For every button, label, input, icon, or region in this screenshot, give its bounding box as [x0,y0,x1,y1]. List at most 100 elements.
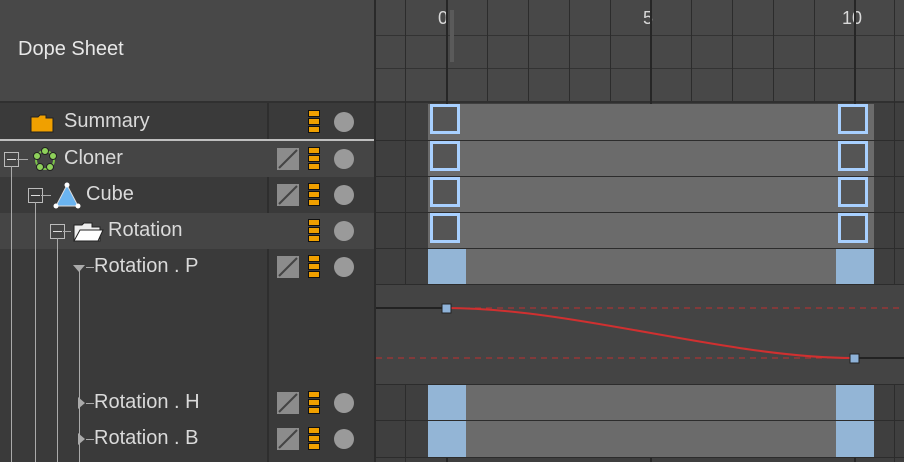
keyframe-start[interactable] [428,421,466,457]
tree-line [57,238,58,462]
track-name: Cloner [64,147,123,169]
grid-line [569,0,570,101]
track-row-summary[interactable]: Summary [0,104,374,140]
tree-line [17,159,28,160]
row-separator [376,176,904,177]
tree-line [86,439,94,440]
keyframe-start[interactable] [430,104,460,134]
row-separator [376,384,904,385]
row-separator [376,457,904,458]
track-name: Rotation . H [94,391,200,413]
grid-line [487,0,488,101]
row-separator [376,248,904,249]
layer-icon[interactable] [308,110,320,134]
track-list-panel: Dope Sheet Summary Cloner Cube Rotation … [0,0,378,462]
keyframe-end[interactable] [836,421,874,457]
keyrow-rotation-h[interactable] [376,385,904,421]
layer-icon[interactable] [308,147,320,171]
keyrow-rotation[interactable] [376,213,904,249]
dope-sheet-header: Dope Sheet [0,0,374,103]
grid-line [691,0,692,101]
row-separator [376,420,904,421]
keyframe-end[interactable] [836,249,874,285]
grid-line [814,0,815,101]
f-curve-area[interactable] [376,285,904,385]
keyframe-start[interactable] [428,385,466,421]
f-curve [376,303,904,364]
tree-line [79,268,80,462]
track-name: Rotation . B [94,427,199,449]
key-range [428,385,874,421]
grid-line [732,0,733,101]
grid-line [773,0,774,101]
track-name: Summary [64,110,150,132]
tree-line [35,202,36,462]
keyrow-summary[interactable] [376,104,904,140]
mute-toggle-icon[interactable] [277,428,299,450]
triangle-right-icon[interactable] [76,432,86,446]
tree-line [63,231,71,232]
curve-area-spacer [0,285,267,385]
solo-dot-icon[interactable] [334,112,354,132]
row-separator [376,284,904,285]
tree-line [11,166,12,462]
solo-dot-icon[interactable] [334,429,354,449]
keyframe-start[interactable] [428,249,466,285]
keyrow-rotation-p[interactable] [376,249,904,285]
keyrow-cloner[interactable] [376,141,904,177]
ruler-label-10: 10 [842,8,863,28]
keyframe-end[interactable] [836,385,874,421]
solo-dot-icon[interactable] [334,221,354,241]
mute-toggle-icon[interactable] [277,392,299,414]
key-range [428,104,874,140]
keyrow-cube[interactable] [376,177,904,213]
key-range [428,177,874,213]
panel-divider[interactable] [374,0,376,462]
key-range [428,249,874,285]
folder-icon [30,114,54,133]
key-range [428,421,874,457]
key-range [428,213,874,249]
layer-icon[interactable] [308,219,320,243]
keyframe-end[interactable] [838,104,868,134]
keyframe-end[interactable] [838,213,868,243]
grid-line [528,0,529,101]
track-name: Cube [86,183,134,205]
solo-dot-icon[interactable] [334,257,354,277]
solo-dot-icon[interactable] [334,185,354,205]
panel-title: Dope Sheet [18,38,124,60]
grid-line [610,0,611,101]
tree-line [86,267,94,268]
keyframe-start[interactable] [430,141,460,171]
layer-icon[interactable] [308,183,320,207]
layer-icon[interactable] [308,255,320,279]
solo-dot-icon[interactable] [334,149,354,169]
tree-line [86,403,94,404]
track-name: Rotation . P [94,255,199,277]
key-range [428,141,874,177]
mute-toggle-icon[interactable] [277,148,299,170]
layer-icon[interactable] [308,391,320,415]
time-ruler[interactable]: 0 5 10 [376,0,904,103]
solo-dot-icon[interactable] [334,393,354,413]
keyframe-end[interactable] [838,141,868,171]
open-folder-icon [73,222,104,242]
track-row-cloner[interactable]: Cloner [0,141,374,177]
row-separator [376,140,904,141]
mute-toggle-icon[interactable] [277,184,299,206]
keyframe-start[interactable] [430,177,460,207]
track-name: Rotation [108,219,183,241]
cloner-icon [33,147,57,171]
track-row-cube[interactable]: Cube [0,177,374,213]
tree-line [41,195,51,196]
keyframe-start[interactable] [430,213,460,243]
triangle-right-icon[interactable] [76,396,86,410]
cube-icon [53,182,81,209]
playhead-icon[interactable] [450,10,454,62]
layer-icon[interactable] [308,427,320,451]
keyrow-rotation-b[interactable] [376,421,904,457]
keyframe-end[interactable] [838,177,868,207]
mute-toggle-icon[interactable] [277,256,299,278]
row-separator [376,212,904,213]
timeline-panel[interactable]: 0 5 10 [376,0,904,462]
